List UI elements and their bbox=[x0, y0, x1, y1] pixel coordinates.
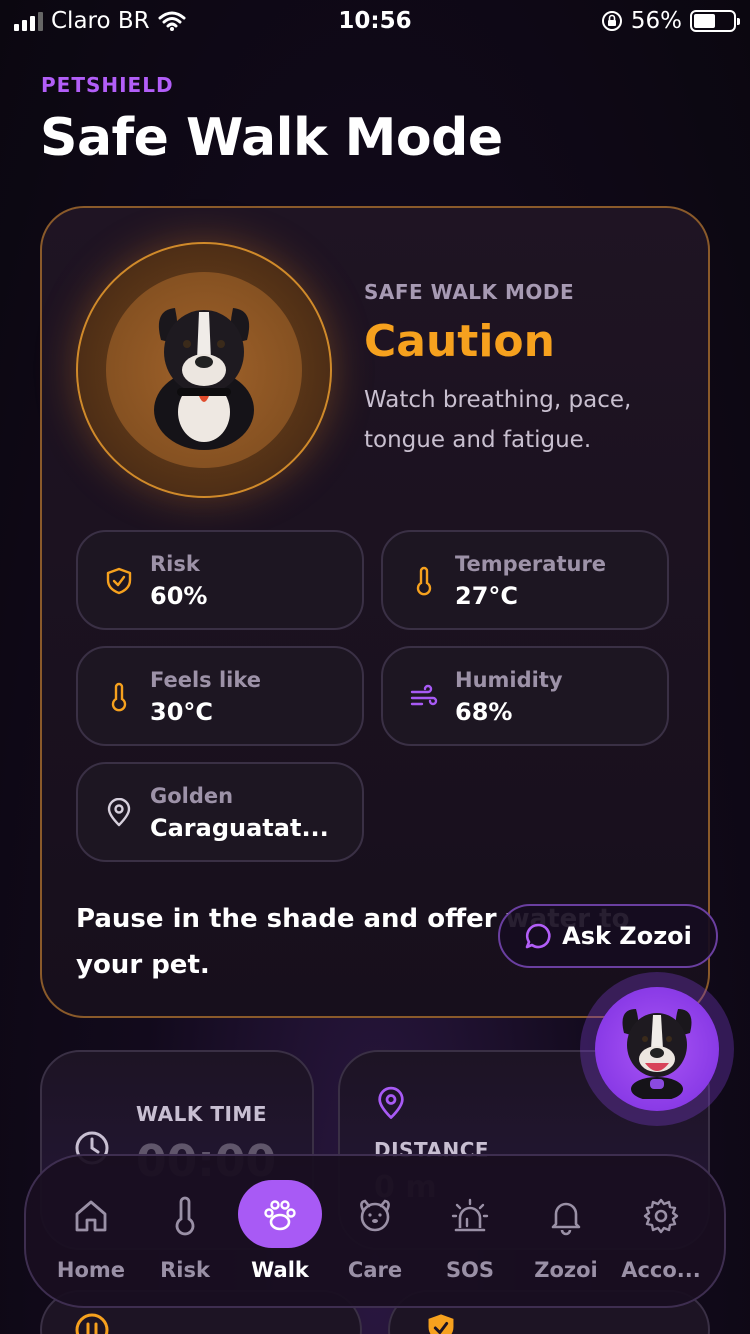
dog-face-icon bbox=[360, 1199, 390, 1232]
status-title: Caution bbox=[364, 316, 555, 367]
pause-icon bbox=[75, 1313, 109, 1334]
walk-status-card: SAFE WALK MODE Caution Watch breathing, … bbox=[40, 206, 710, 1018]
gear-icon bbox=[643, 1198, 679, 1234]
orientation-lock-icon bbox=[601, 11, 622, 31]
battery-percent: 56% bbox=[630, 8, 682, 34]
stat-risk: Risk 60% bbox=[76, 530, 364, 630]
tab-label: SOS bbox=[445, 1258, 495, 1282]
zozoi-avatar bbox=[595, 987, 719, 1111]
ask-zozoi-button[interactable]: Ask Zozoi bbox=[498, 904, 718, 968]
tab-sos[interactable]: SOS bbox=[423, 1156, 517, 1310]
tab-walk[interactable]: Walk bbox=[233, 1156, 327, 1310]
tab-home[interactable]: Home bbox=[44, 1156, 138, 1310]
stat-location: Golden Caraguatat... bbox=[76, 762, 364, 862]
stat-value: 27°C bbox=[455, 582, 519, 610]
stat-label: Feels like bbox=[150, 668, 262, 692]
stat-label: Risk bbox=[150, 552, 200, 576]
thermometer-icon bbox=[111, 682, 127, 712]
shield-check-icon bbox=[428, 1314, 454, 1334]
location-pin-icon bbox=[107, 798, 131, 827]
tab-label: Walk bbox=[251, 1258, 309, 1282]
mode-label: SAFE WALK MODE bbox=[364, 280, 575, 304]
stat-value: 60% bbox=[150, 582, 208, 610]
stat-value: Caraguatat... bbox=[150, 814, 329, 842]
tab-label: Home bbox=[56, 1258, 126, 1282]
stat-label: Temperature bbox=[455, 552, 607, 576]
tab-zozoi[interactable]: Zozoi bbox=[519, 1156, 613, 1310]
stat-feels-like: Feels like 30°C bbox=[76, 646, 364, 746]
stat-label: Golden bbox=[150, 784, 234, 808]
zozoi-assistant-fab[interactable] bbox=[580, 972, 734, 1126]
home-icon bbox=[75, 1200, 107, 1232]
tab-label: Acco... bbox=[621, 1258, 701, 1282]
tab-label: Care bbox=[347, 1258, 403, 1282]
battery-icon bbox=[690, 10, 740, 32]
shield-check-icon bbox=[106, 567, 132, 595]
status-right: 56% bbox=[601, 8, 740, 34]
bottom-tab-bar: Home Risk Walk Care SOS Zozoi Acco... bbox=[24, 1154, 726, 1308]
status-description: Watch breathing, pace, tongue and fatigu… bbox=[364, 387, 632, 453]
walk-time-label: WALK TIME bbox=[136, 1102, 267, 1126]
chat-bubble-icon bbox=[525, 923, 551, 949]
pet-avatar bbox=[106, 272, 302, 468]
bell-icon bbox=[551, 1202, 581, 1236]
ask-zozoi-label: Ask Zozoi bbox=[562, 922, 692, 950]
thermometer-icon bbox=[416, 566, 432, 596]
stat-humidity: Humidity 68% bbox=[381, 646, 669, 746]
tab-label: Risk bbox=[160, 1258, 210, 1282]
tab-risk[interactable]: Risk bbox=[138, 1156, 232, 1310]
location-pin-icon bbox=[378, 1086, 404, 1119]
tab-account[interactable]: Acco... bbox=[614, 1156, 708, 1310]
status-bar: Claro BR 10:56 56% bbox=[0, 0, 750, 44]
stat-temperature: Temperature 27°C bbox=[381, 530, 669, 630]
siren-icon bbox=[451, 1198, 489, 1232]
thermometer-icon bbox=[175, 1196, 195, 1236]
tab-care[interactable]: Care bbox=[328, 1156, 422, 1310]
dog-portrait-icon bbox=[154, 308, 254, 450]
pet-avatar-ring bbox=[76, 242, 332, 498]
page-title: Safe Walk Mode bbox=[40, 108, 503, 168]
stat-value: 68% bbox=[455, 698, 513, 726]
tab-label: Zozoi bbox=[534, 1258, 598, 1282]
dog-mascot-icon bbox=[622, 1009, 692, 1099]
stat-value: 30°C bbox=[150, 698, 214, 726]
paw-icon bbox=[264, 1200, 296, 1231]
stat-label: Humidity bbox=[455, 668, 563, 692]
wind-icon bbox=[410, 684, 438, 706]
brand-label: PETSHIELD bbox=[41, 73, 174, 97]
